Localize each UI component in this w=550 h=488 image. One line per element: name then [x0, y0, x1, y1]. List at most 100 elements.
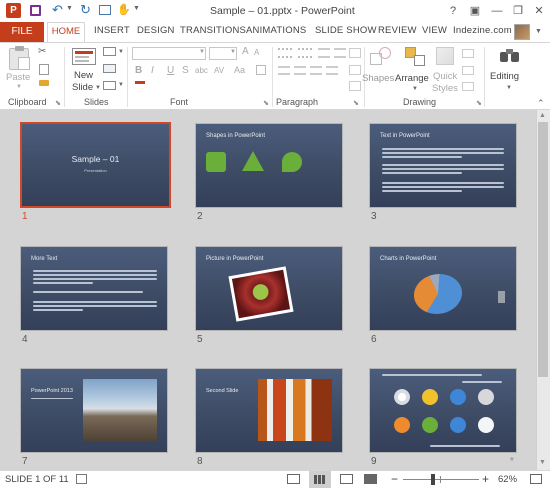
redo-icon[interactable]: ↻: [80, 2, 91, 18]
slide-thumbnail-4[interactable]: More Text: [20, 246, 168, 331]
quick-styles-button-line2[interactable]: Styles: [432, 83, 458, 94]
slide-thumbnail-2[interactable]: Shapes in PowerPoint: [195, 123, 343, 208]
slide-thumbnail-5[interactable]: Picture in PowerPoint: [195, 246, 343, 331]
slideshow-view-icon[interactable]: [364, 474, 377, 484]
slide-sorter-view-icon[interactable]: [309, 471, 331, 488]
section-dropdown-icon[interactable]: ▼: [118, 82, 124, 88]
slide-thumbnail-3[interactable]: Text in PowerPoint: [369, 123, 517, 208]
slide-thumbnail-7[interactable]: PowerPoint 2013: [20, 368, 168, 453]
bullets-icon[interactable]: [278, 48, 292, 58]
align-right-icon[interactable]: [310, 66, 322, 75]
italic-button[interactable]: I: [151, 65, 154, 76]
close-button[interactable]: ✕: [526, 0, 550, 22]
slideshow-from-beginning-icon[interactable]: [99, 5, 111, 15]
paste-button[interactable]: Paste: [6, 72, 30, 83]
tab-view[interactable]: VIEW: [422, 25, 447, 36]
paste-icon[interactable]: [9, 46, 30, 70]
scroll-up-icon[interactable]: ▲: [539, 112, 546, 119]
shapes-button[interactable]: Shapes: [362, 73, 394, 84]
numbering-icon[interactable]: [298, 48, 312, 58]
slide-thumbnail-1[interactable]: Sample – 01 Presentation: [20, 122, 171, 208]
zoom-in-button[interactable]: +: [482, 472, 489, 486]
tab-review[interactable]: REVIEW: [378, 25, 417, 36]
shapes-icon[interactable]: [370, 47, 392, 67]
underline-button[interactable]: U: [167, 65, 174, 76]
chevron-down-icon[interactable]: ▼: [535, 28, 542, 35]
paragraph-launcher-icon[interactable]: ⬊: [353, 99, 359, 107]
zoom-out-button[interactable]: −: [391, 472, 398, 486]
save-icon[interactable]: [30, 5, 41, 16]
decrease-font-size-button[interactable]: A: [254, 48, 259, 57]
text-direction-icon[interactable]: [349, 48, 361, 58]
zoom-level[interactable]: 62%: [498, 474, 517, 485]
arrange-icon[interactable]: [405, 47, 427, 67]
customize-qat-icon[interactable]: ▼: [133, 5, 140, 12]
drawing-launcher-icon[interactable]: ⬊: [476, 99, 482, 107]
reading-view-icon[interactable]: [340, 474, 353, 484]
smartart-icon[interactable]: [349, 81, 361, 91]
section-icon[interactable]: [103, 81, 116, 90]
tab-file[interactable]: FILE: [0, 22, 44, 42]
new-slide-icon[interactable]: [72, 48, 96, 65]
zoom-slider-thumb[interactable]: [431, 474, 435, 485]
tab-slide-show[interactable]: SLIDE SHOW: [315, 25, 377, 36]
new-slide-button[interactable]: New: [74, 70, 93, 81]
font-size-dropdown-icon[interactable]: ▼: [230, 49, 236, 55]
scroll-down-icon[interactable]: ▼: [539, 459, 546, 466]
change-case-button[interactable]: Aa: [234, 65, 245, 75]
quick-styles-icon[interactable]: [436, 47, 454, 65]
format-painter-icon[interactable]: [39, 80, 49, 86]
shape-fill-icon[interactable]: [462, 49, 474, 58]
align-left-icon[interactable]: [278, 66, 290, 75]
touch-mode-icon[interactable]: ✋: [117, 3, 131, 16]
binoculars-icon[interactable]: [500, 49, 520, 63]
fit-slide-icon[interactable]: [530, 474, 542, 484]
scroll-thumb[interactable]: [538, 122, 548, 377]
undo-icon[interactable]: ↶: [52, 2, 63, 18]
account-name[interactable]: Indezine.com: [453, 25, 512, 36]
font-name-dropdown[interactable]: [132, 47, 206, 60]
powerpoint-logo-icon[interactable]: P: [6, 3, 21, 18]
spell-check-icon[interactable]: [76, 474, 87, 484]
user-avatar[interactable]: [514, 24, 530, 40]
bold-button[interactable]: B: [135, 65, 142, 76]
paste-dropdown-icon[interactable]: ▼: [16, 84, 22, 90]
increase-font-size-button[interactable]: A: [242, 46, 249, 57]
editing-dropdown-icon[interactable]: ▼: [506, 85, 512, 91]
tab-transitions[interactable]: TRANSITIONS: [180, 25, 246, 36]
tab-home[interactable]: HOME: [47, 22, 85, 43]
slide-thumbnail-9[interactable]: [369, 368, 517, 453]
tab-insert[interactable]: INSERT: [94, 25, 130, 36]
arrange-dropdown-icon[interactable]: ▼: [412, 86, 418, 92]
tab-design[interactable]: DESIGN: [137, 25, 175, 36]
arrange-button[interactable]: Arrange: [395, 73, 429, 84]
shape-effects-icon[interactable]: [462, 82, 474, 91]
font-launcher-icon[interactable]: ⬊: [263, 99, 269, 107]
editing-button[interactable]: Editing: [490, 71, 519, 82]
reset-icon[interactable]: [103, 64, 116, 73]
copy-icon[interactable]: [39, 64, 49, 75]
justify-icon[interactable]: [326, 66, 338, 75]
font-color-icon[interactable]: [135, 81, 145, 84]
character-spacing-button[interactable]: AV: [214, 66, 224, 75]
increase-indent-icon[interactable]: [334, 48, 346, 58]
layout-icon[interactable]: [103, 47, 116, 56]
text-shadow-button[interactable]: abc: [195, 66, 208, 75]
align-center-icon[interactable]: [294, 66, 306, 75]
new-slide-dropdown-icon[interactable]: ▼: [95, 85, 101, 91]
layout-dropdown-icon[interactable]: ▼: [118, 49, 124, 55]
slide-thumbnail-8[interactable]: Second Slide: [195, 368, 343, 453]
align-text-icon[interactable]: [349, 65, 361, 75]
slide-thumbnail-6[interactable]: Charts in PowerPoint: [369, 246, 517, 331]
new-slide-button-line2[interactable]: Slide: [72, 82, 93, 93]
undo-dropdown-icon[interactable]: ▼: [66, 5, 73, 12]
normal-view-icon[interactable]: [287, 474, 300, 484]
font-name-dropdown-icon[interactable]: ▼: [199, 49, 205, 55]
cut-icon[interactable]: ✂: [38, 46, 46, 57]
clipboard-launcher-icon[interactable]: ⬊: [55, 99, 61, 107]
decrease-indent-icon[interactable]: [318, 48, 330, 58]
strikethrough-button[interactable]: S: [182, 65, 189, 76]
shape-outline-icon[interactable]: [462, 66, 474, 75]
quick-styles-button[interactable]: Quick: [433, 71, 457, 82]
zoom-slider-track[interactable]: [403, 479, 479, 480]
